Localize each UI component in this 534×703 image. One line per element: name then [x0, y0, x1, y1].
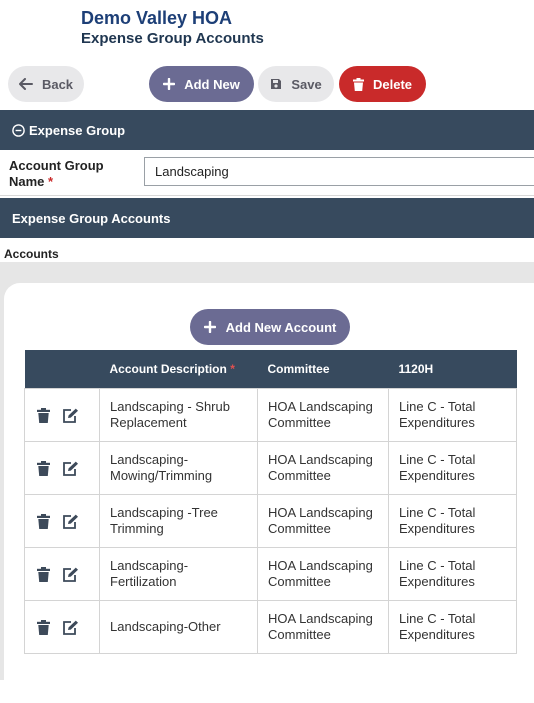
edit-icon[interactable]: [62, 408, 79, 423]
cell-committee: HOA Landscaping Committee: [257, 547, 389, 601]
save-button[interactable]: Save: [258, 66, 334, 102]
cell-1120h: Line C - Total Expenditures: [388, 547, 517, 601]
add-new-button[interactable]: Add New: [149, 66, 254, 102]
table-row: Landscaping -Tree Trimming HOA Landscapin…: [24, 494, 517, 548]
trash-icon[interactable]: [37, 567, 50, 583]
required-marker: *: [48, 174, 54, 189]
trash-icon[interactable]: [37, 461, 50, 477]
cell-account-description: Landscaping- Mowing/Trimming: [99, 441, 258, 495]
save-button-label: Save: [291, 76, 322, 92]
delete-button-label: Delete: [372, 76, 413, 92]
cell-committee: HOA Landscaping Committee: [257, 494, 389, 548]
back-button[interactable]: Back: [8, 66, 84, 102]
add-new-button-label: Add New: [184, 76, 240, 92]
minus-circle-icon[interactable]: [12, 123, 25, 137]
expense-group-section-title: Expense Group: [29, 122, 126, 138]
row-actions: [24, 494, 100, 548]
accounts-label: Accounts: [4, 247, 59, 261]
page-title: Demo Valley HOA: [81, 8, 233, 28]
expense-group-section-header[interactable]: Expense Group: [0, 110, 534, 150]
expense-group-accounts-section-title: Expense Group Accounts: [12, 210, 171, 226]
delete-button[interactable]: Delete: [339, 66, 426, 102]
cell-committee: HOA Landscaping Committee: [257, 600, 389, 654]
divider: [0, 195, 534, 196]
edit-icon[interactable]: [62, 567, 79, 582]
table-header-row: Account Description * Committee 1120H: [24, 350, 517, 389]
arrow-left-icon: [18, 78, 33, 90]
edit-icon[interactable]: [62, 620, 79, 635]
table-row: Landscaping - Shrub Replacement HOA Lands…: [24, 388, 517, 442]
page-subtitle: Expense Group Accounts: [81, 30, 264, 47]
cell-account-description: Landscaping -Tree Trimming: [99, 494, 258, 548]
row-actions: [24, 600, 100, 654]
trash-icon[interactable]: [37, 514, 50, 530]
trash-icon[interactable]: [37, 620, 50, 636]
cell-1120h: Line C - Total Expenditures: [388, 494, 517, 548]
floppy-disk-icon: [271, 79, 282, 89]
table-row: Landscaping-Other HOA Landscaping Committ…: [24, 600, 517, 654]
plus-icon: [163, 78, 176, 90]
add-new-account-button[interactable]: Add New Account: [190, 309, 350, 345]
cell-account-description: Landscaping- Fertilization: [99, 547, 258, 601]
column-header-1120h[interactable]: 1120H: [388, 350, 517, 389]
cell-1120h: Line C - Total Expenditures: [388, 388, 517, 442]
expense-group-accounts-section-header: Expense Group Accounts: [0, 198, 534, 238]
back-button-label: Back: [41, 76, 74, 92]
column-header-committee[interactable]: Committee: [257, 350, 389, 389]
add-new-account-button-label: Add New Account: [225, 319, 337, 335]
cell-account-description: Landscaping - Shrub Replacement: [99, 388, 258, 442]
account-group-name-input[interactable]: Landscaping: [144, 157, 534, 186]
table-row: Landscaping- Fertilization HOA Landscapin…: [24, 547, 517, 601]
column-header-account-description[interactable]: Account Description *: [99, 350, 258, 389]
cell-committee: HOA Landscaping Committee: [257, 441, 389, 495]
cell-committee: HOA Landscaping Committee: [257, 388, 389, 442]
cell-1120h: Line C - Total Expenditures: [388, 441, 517, 495]
row-actions: [24, 441, 100, 495]
row-actions: [24, 547, 100, 601]
trash-icon[interactable]: [37, 408, 50, 424]
cell-account-description: Landscaping-Other: [99, 600, 258, 654]
cell-1120h: Line C - Total Expenditures: [388, 600, 517, 654]
edit-icon[interactable]: [62, 514, 79, 529]
trash-icon: [352, 77, 364, 91]
required-marker: *: [230, 362, 235, 376]
actions-column-header: [24, 350, 100, 389]
table-row: Landscaping- Mowing/Trimming HOA Landscap…: [24, 441, 517, 495]
plus-icon: [203, 321, 216, 333]
row-actions: [24, 388, 100, 442]
edit-icon[interactable]: [62, 461, 79, 476]
accounts-table: Account Description * Committee 1120H La…: [24, 350, 517, 654]
account-group-name-label: Account Group Name *: [9, 158, 104, 189]
